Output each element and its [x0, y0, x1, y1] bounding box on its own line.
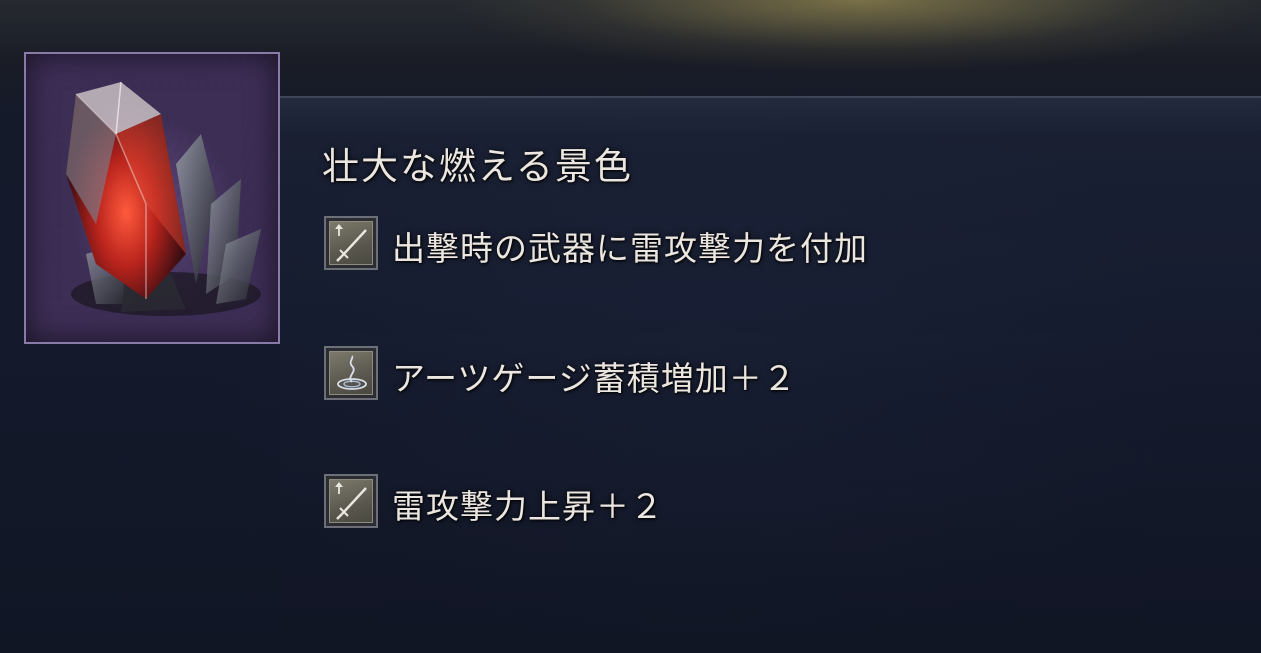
red-crystal-icon [66, 81, 261, 316]
effect-icon-frame [324, 216, 378, 270]
arts-gauge-icon [337, 355, 367, 390]
effect-text: 雷攻撃力上昇＋２ [392, 487, 664, 526]
effect-text: 出撃時の武器に雷攻撃力を付加 [392, 229, 868, 268]
item-icon-frame [24, 52, 280, 344]
effect-icon-frame [324, 346, 378, 400]
sword-up-icon [335, 482, 367, 520]
item-name: 壮大な燃える景色 [322, 145, 633, 188]
effect-icon-frame [324, 474, 378, 528]
effect-text: アーツゲージ蓄積増加＋２ [392, 359, 797, 398]
sword-up-icon [335, 224, 367, 262]
